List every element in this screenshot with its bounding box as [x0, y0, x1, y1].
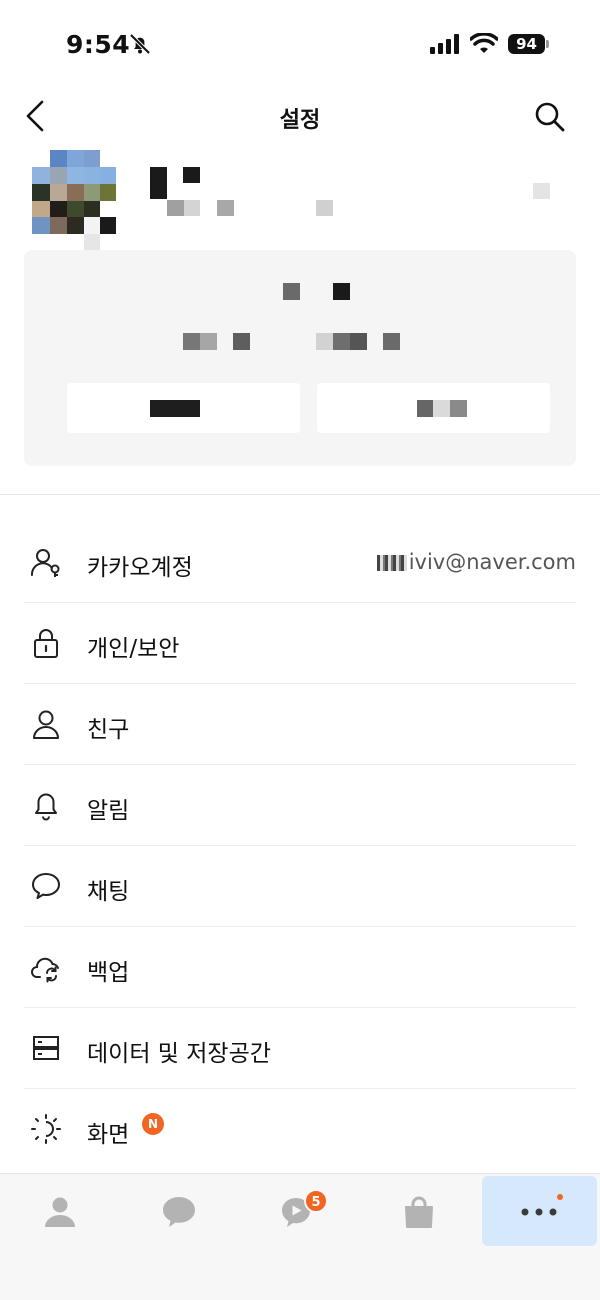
menu-item-label: 카카오계정 [87, 555, 193, 581]
bell-icon [35, 793, 57, 821]
redacted-text [233, 333, 250, 350]
card-left-button[interactable] [67, 383, 300, 433]
avatar[interactable] [32, 150, 132, 250]
account-email: iviv@naver.com [376, 550, 576, 574]
redacted-text [333, 333, 350, 350]
chat-bubble-icon [32, 873, 60, 899]
tab-chats[interactable] [121, 1176, 236, 1246]
redacted-text [200, 333, 217, 350]
menu-item-backup[interactable]: 백업 [24, 927, 576, 1008]
menu-item-label: 친구 [87, 717, 130, 743]
battery-icon: 94 [508, 34, 549, 54]
redacted-text [183, 333, 200, 350]
menu-item-label: 데이터 및 저장공간 [87, 1041, 271, 1067]
lock-icon [34, 629, 58, 658]
header: 설정 [0, 90, 600, 145]
profile-summary-card [24, 250, 576, 466]
storage-icon [33, 1036, 59, 1060]
more-icon [521, 1208, 557, 1216]
menu-item-chats[interactable]: 채팅 [24, 846, 576, 927]
email-redacted [376, 555, 407, 571]
person-icon [33, 710, 59, 739]
shopping-bag-icon [405, 1196, 433, 1228]
tab-bar: 5 [0, 1173, 600, 1300]
menu-item-privacy-security[interactable]: 개인/보안 [24, 603, 576, 684]
status-bar: 9:54 94 [0, 0, 600, 90]
card-right-button[interactable] [317, 383, 550, 433]
email-value: iviv@naver.com [408, 550, 576, 574]
redacted-text [316, 333, 333, 350]
menu-item-notifications[interactable]: 알림 [24, 765, 576, 846]
battery-tip [546, 40, 549, 48]
cellular-signal-icon [430, 34, 459, 54]
tab-more[interactable] [482, 1176, 597, 1246]
bell-slash-icon [129, 33, 151, 55]
menu-item-label: 알림 [87, 798, 130, 824]
account-icon [30, 549, 60, 577]
redacted-text [283, 283, 300, 300]
menu-item-kakao-account[interactable]: 카카오계정 iviv@naver.com [24, 522, 576, 603]
menu-item-display[interactable]: 화면 N [24, 1089, 576, 1170]
chat-icon [163, 1197, 195, 1227]
status-time: 9:54 [66, 30, 131, 59]
cloud-sync-icon [31, 957, 59, 983]
menu-item-label: 화면 [87, 1122, 130, 1148]
brightness-icon [31, 1114, 61, 1144]
more-new-dot [557, 1194, 563, 1200]
redacted-text [350, 333, 367, 350]
redacted-text [333, 283, 350, 300]
menu-item-label: 백업 [87, 960, 130, 986]
menu-item-label: 개인/보안 [87, 636, 180, 662]
menu-item-label: 채팅 [87, 879, 130, 905]
tab-shopping[interactable] [361, 1176, 476, 1246]
wifi-icon [470, 33, 498, 53]
tab-friends[interactable] [2, 1176, 117, 1246]
page-title: 설정 [279, 108, 321, 133]
search-icon[interactable] [532, 99, 568, 135]
battery-percent: 94 [508, 34, 545, 54]
profile-section[interactable] [0, 145, 600, 250]
tab-openchat[interactable] [240, 1176, 355, 1246]
menu-item-friends[interactable]: 친구 [24, 684, 576, 765]
menu-item-data-storage[interactable]: 데이터 및 저장공간 [24, 1008, 576, 1089]
redacted-text [383, 333, 400, 350]
section-divider [0, 494, 600, 495]
new-badge: N [142, 1113, 164, 1135]
person-icon [45, 1197, 75, 1227]
openchat-badge: 5 [304, 1189, 328, 1213]
